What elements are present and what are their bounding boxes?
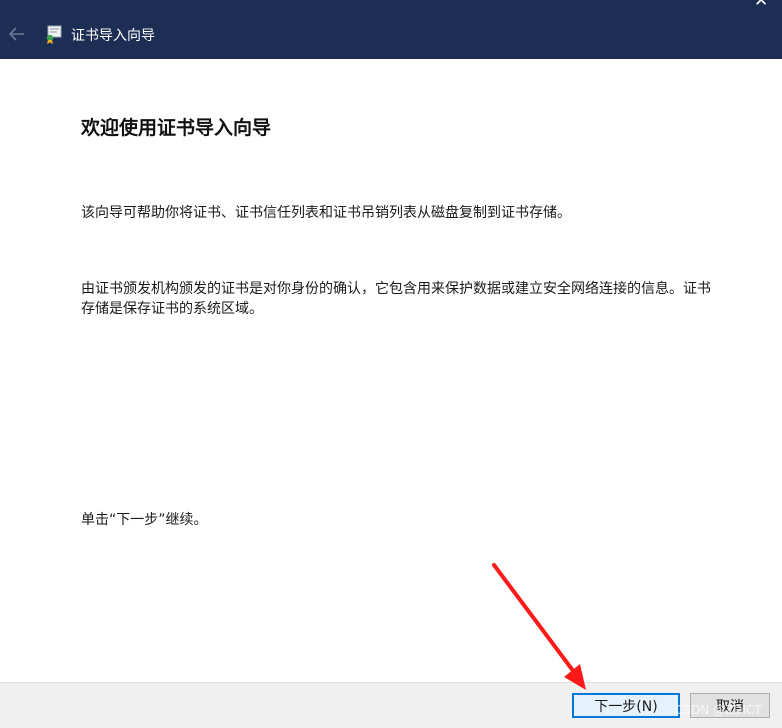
instruction-text: 单击“下一步”继续。 xyxy=(81,512,208,528)
title-bar: 证书导入向导 ✕ xyxy=(0,0,782,59)
window-title: 证书导入向导 xyxy=(71,28,155,44)
wizard-content xyxy=(0,59,782,682)
intro-text: 该向导可帮助你将证书、证书信任列表和证书吊销列表从磁盘复制到证书存储。 xyxy=(81,205,571,221)
page-title: 欢迎使用证书导入向导 xyxy=(81,117,272,139)
description-text: 由证书颁发机构颁发的证书是对你身份的确认，它包含用来保护数据或建立安全网络连接的… xyxy=(81,281,711,317)
next-button[interactable]: 下一步(N) xyxy=(572,693,680,718)
back-arrow-icon[interactable] xyxy=(8,24,26,44)
close-icon[interactable]: ✕ xyxy=(754,0,768,10)
certificate-icon xyxy=(46,25,62,44)
watermark: CSDN @ZDICT xyxy=(675,703,762,717)
